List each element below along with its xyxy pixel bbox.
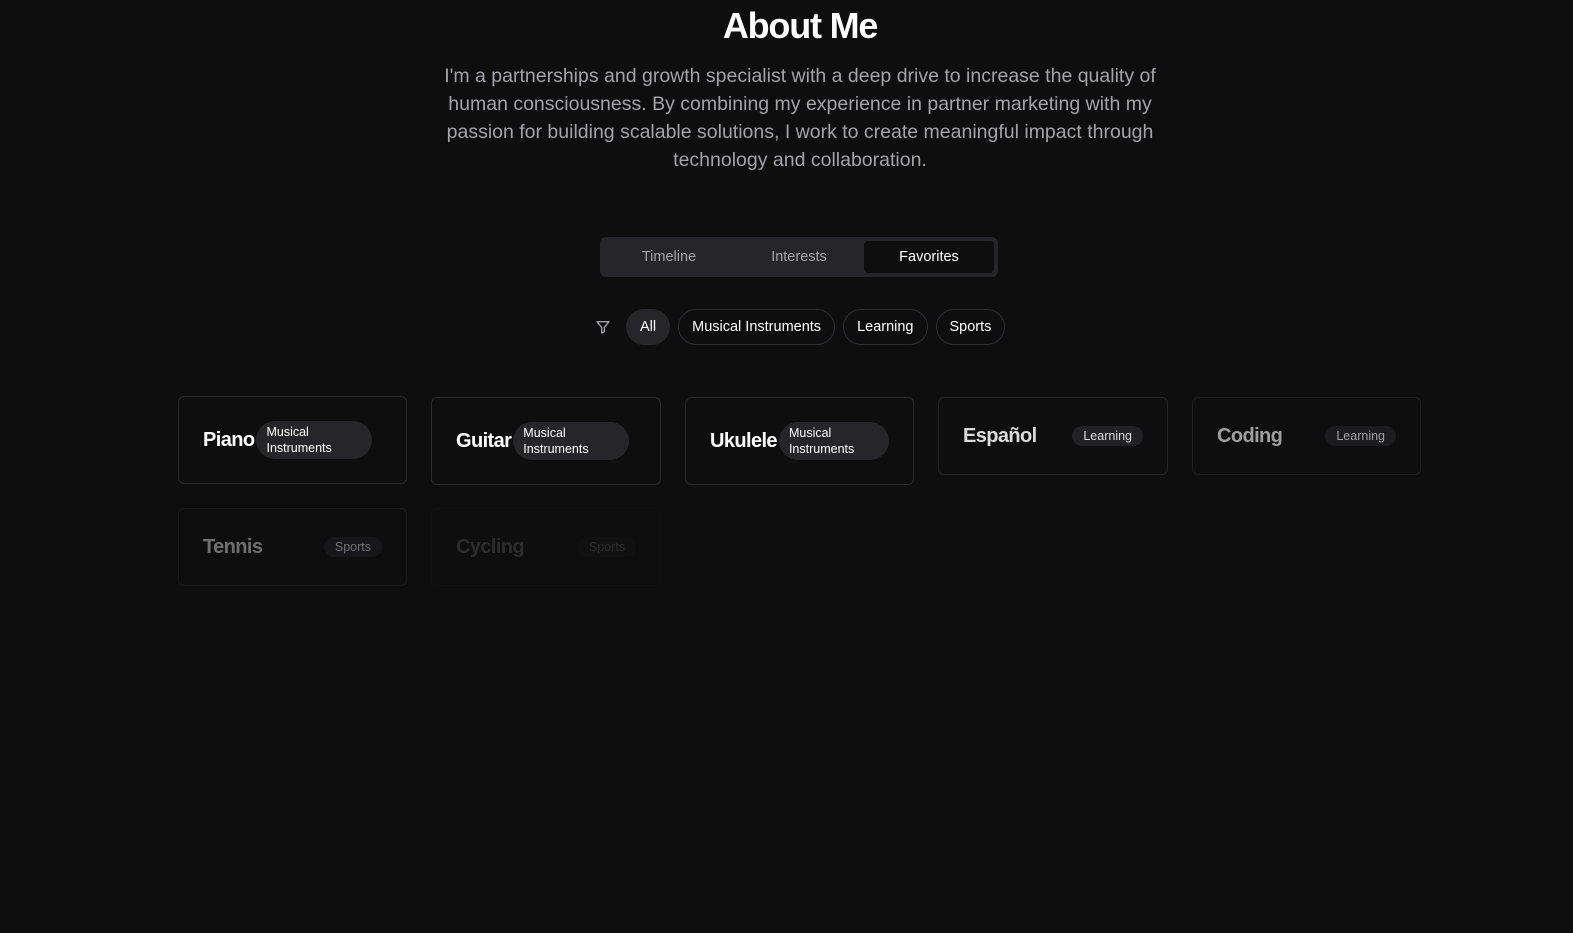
- category-tag: Sports: [577, 537, 636, 557]
- favorite-title: Cycling: [456, 535, 525, 558]
- favorite-card-piano[interactable]: Piano Musical Instruments: [178, 396, 407, 484]
- page-title: About Me: [722, 5, 879, 46]
- filter-chip-learning[interactable]: Learning: [843, 309, 928, 345]
- favorite-card-coding[interactable]: Coding Learning: [1192, 397, 1421, 475]
- tab-favorites[interactable]: Favorites: [864, 241, 994, 273]
- category-tag: Learning: [1325, 426, 1396, 446]
- favorite-card-guitar[interactable]: Guitar Musical Instruments: [431, 397, 661, 485]
- favorite-title: Español: [963, 424, 1037, 447]
- about-me-page: About Me I'm a partnerships and growth s…: [0, 0, 1573, 933]
- category-filters: All Musical Instruments Learning Sports: [588, 309, 1006, 345]
- category-tag: Musical Instruments: [513, 422, 630, 460]
- favorite-title: Piano: [203, 428, 255, 451]
- intro-paragraph: I'm a partnerships and growth specialist…: [444, 65, 1156, 171]
- favorite-card-ukulele[interactable]: Ukulele Musical Instruments: [685, 397, 914, 485]
- favorite-card-tennis[interactable]: Tennis Sports: [178, 508, 407, 586]
- category-tag: Learning: [1072, 426, 1143, 446]
- category-tag: Musical Instruments: [256, 421, 373, 459]
- favorite-title: Guitar: [456, 429, 512, 452]
- favorite-card-cycling[interactable]: Cycling Sports: [431, 508, 661, 586]
- filter-chip-sports[interactable]: Sports: [935, 309, 1006, 345]
- filter-chip-musical-instruments[interactable]: Musical Instruments: [678, 309, 836, 345]
- favorite-title: Tennis: [203, 535, 263, 558]
- favorite-card-espanol[interactable]: Español Learning: [938, 397, 1168, 475]
- tab-timeline[interactable]: Timeline: [604, 241, 734, 273]
- filter-chip-all[interactable]: All: [626, 309, 671, 345]
- filter-icon: [588, 309, 618, 345]
- favorite-title: Ukulele: [710, 429, 778, 452]
- tab-interests[interactable]: Interests: [734, 241, 864, 273]
- section-tabs: Timeline Interests Favorites: [600, 237, 998, 277]
- category-tag: Sports: [323, 537, 382, 557]
- favorite-title: Coding: [1217, 424, 1283, 447]
- category-tag: Musical Instruments: [778, 422, 889, 460]
